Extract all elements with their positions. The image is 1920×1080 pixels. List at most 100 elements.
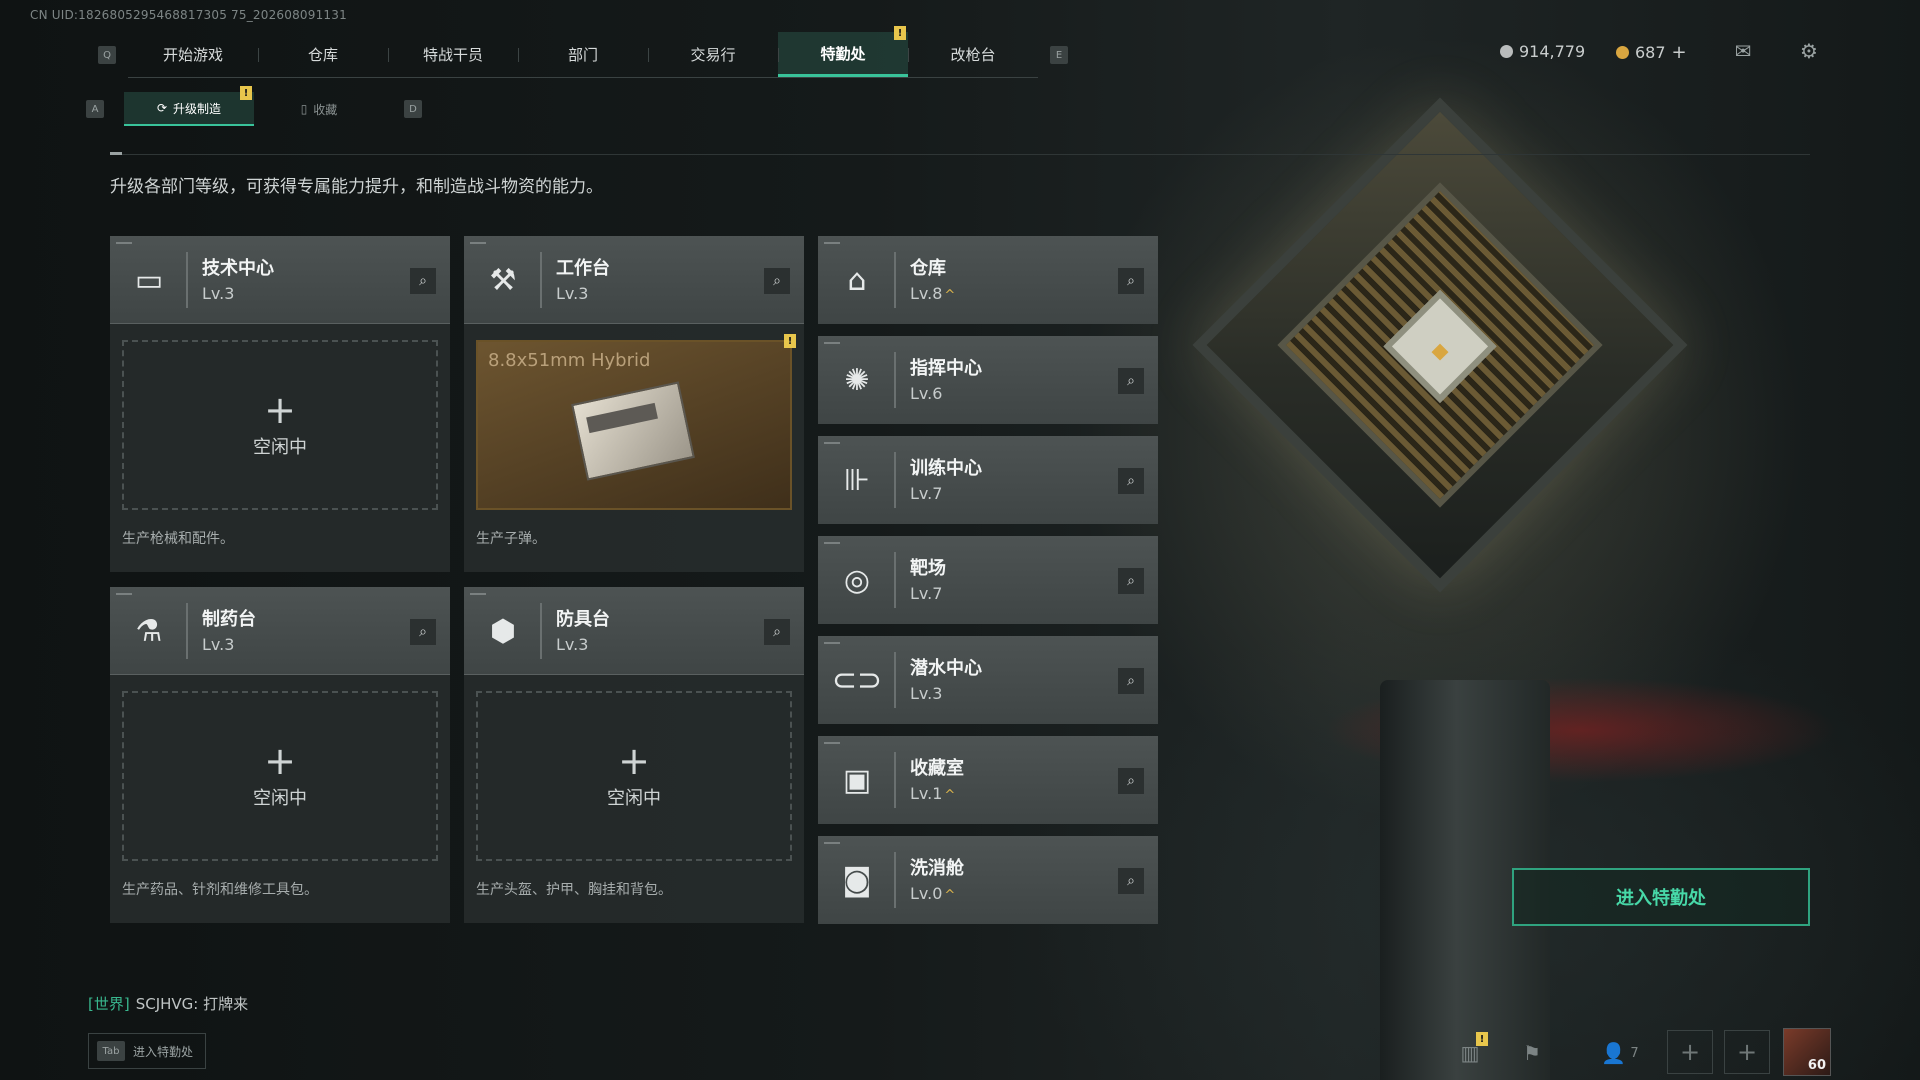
decon-chamber-level-row: Lv.0 ^ — [910, 884, 955, 903]
flag-icon[interactable]: ⚑ — [1512, 1038, 1552, 1068]
facility-warehouse[interactable]: ⌂ 仓库 Lv.8 ^ ⌕ — [818, 236, 1158, 324]
search-icon[interactable]: ⌕ — [1118, 868, 1144, 894]
collection-icon: ▯ — [300, 102, 308, 116]
uid-label: CN UID:1826805295468817305 75_2026080911… — [30, 8, 347, 22]
tab-warehouse[interactable]: 仓库 — [258, 32, 388, 77]
scene-red-floor — [1240, 660, 1920, 800]
silver-amount: 914,779 — [1519, 42, 1586, 61]
diving-center-name: 潜水中心 — [910, 658, 982, 679]
tab-special-ops[interactable]: 特勤处 ! — [778, 26, 908, 77]
workbench-header[interactable]: ⚒ 工作台 Lv.3 ⌕ — [464, 236, 804, 324]
subnav-key-d: D — [404, 100, 422, 118]
decon-chamber-icon: ◙ — [842, 862, 872, 898]
tab-departments[interactable]: 部门 — [518, 32, 648, 77]
facility-command-center[interactable]: ✺ 指挥中心 Lv.6 ⌕ — [818, 336, 1158, 424]
armor-bench-slot[interactable]: + 空闲中 — [476, 691, 792, 861]
facility-shooting-range[interactable]: ◎ 靶场 Lv.7 ⌕ — [818, 536, 1158, 624]
card-workbench: ⚒ 工作台 Lv.3 ⌕ 8.8x51mm Hybrid ! 生产子弹。 — [464, 236, 804, 572]
shooting-range-icon: ◎ — [843, 562, 871, 598]
tech-center-header[interactable]: ▭ 技术中心 Lv.3 ⌕ — [110, 236, 450, 324]
add-slot-button[interactable]: + — [1667, 1030, 1713, 1074]
tab-gunsmith[interactable]: 改枪台 — [908, 32, 1038, 77]
sub-nav: A ⟳ 升级制造 ! ▯ 收藏 D — [86, 86, 422, 126]
subnav-key-a: A — [86, 100, 104, 118]
tab-key: Tab — [97, 1041, 125, 1061]
workbench-level: Lv.3 — [556, 284, 589, 303]
search-icon[interactable]: ⌕ — [764, 619, 790, 645]
warehouse-level: Lv.8 — [910, 284, 943, 303]
friends-count: 7 — [1630, 1045, 1639, 1061]
pharmacy-name: 制药台 — [202, 609, 256, 630]
facility-decon-chamber[interactable]: ◙ 洗消舱 Lv.0 ^ ⌕ — [818, 836, 1158, 924]
diving-center-level: Lv.3 — [910, 684, 943, 703]
tab-hint-label: 进入特勤处 — [133, 1044, 194, 1059]
search-icon[interactable]: ⌕ — [1118, 468, 1144, 494]
collection-room-icon: ▣ — [842, 762, 872, 798]
slot-status: 空闲中 — [253, 437, 307, 458]
stats-chart-icon[interactable]: ▥ ! — [1450, 1032, 1490, 1068]
warehouse-level-row: Lv.8 ^ — [910, 284, 955, 303]
search-icon[interactable]: ⌕ — [1118, 768, 1144, 794]
page-description: 升级各部门等级，可获得专属能力提升，和制造战斗物资的能力。 — [110, 177, 603, 197]
search-icon[interactable]: ⌕ — [1118, 268, 1144, 294]
facility-training-center[interactable]: ⊪ 训练中心 Lv.7 ⌕ — [818, 436, 1158, 524]
tech-center-slot[interactable]: + 空闲中 — [122, 340, 438, 510]
chat-channel: [世界] — [88, 995, 130, 1013]
card-pharmacy: ⚗ 制药台 Lv.3 ⌕ + 空闲中 生产药品、针剂和维修工具包。 — [110, 587, 450, 923]
nav-key-e: E — [1050, 46, 1068, 64]
armor-bench-header[interactable]: ⬢ 防具台 Lv.3 ⌕ — [464, 587, 804, 675]
add-slot-button-2[interactable]: + — [1724, 1030, 1770, 1074]
gold-amount: 687 — [1635, 43, 1666, 62]
add-icon: + — [264, 388, 296, 432]
subtab-collection-label: 收藏 — [313, 102, 338, 117]
armor-bench-desc: 生产头盔、护甲、胸挂和背包。 — [476, 882, 672, 898]
subtab-upgrade-craft[interactable]: ⟳ 升级制造 ! — [124, 86, 254, 126]
friends-button[interactable]: 👤 7 — [1592, 1038, 1648, 1068]
upgrade-craft-icon: ⟳ — [156, 101, 168, 115]
decon-chamber-level: Lv.0 — [910, 884, 943, 903]
search-icon[interactable]: ⌕ — [1118, 368, 1144, 394]
divider — [110, 154, 1810, 155]
enter-special-ops-button[interactable]: 进入特勤处 — [1512, 868, 1810, 926]
pharmacy-slot[interactable]: + 空闲中 — [122, 691, 438, 861]
pharmacy-icon: ⚗ — [135, 613, 163, 649]
armor-bench-name: 防具台 — [556, 609, 610, 630]
armor-bench-icon: ⬢ — [489, 613, 517, 649]
player-avatar[interactable]: 60 — [1783, 1028, 1831, 1076]
crafting-item-name: 8.8x51mm Hybrid — [488, 350, 651, 371]
nav-key-q: Q — [98, 46, 116, 64]
facility-collection-room[interactable]: ▣ 收藏室 Lv.1 ^ ⌕ — [818, 736, 1158, 824]
subtab-collection[interactable]: ▯ 收藏 — [254, 92, 384, 126]
search-icon[interactable]: ⌕ — [1118, 668, 1144, 694]
shooting-range-level: Lv.7 — [910, 584, 943, 603]
tech-center-name: 技术中心 — [202, 258, 274, 279]
tab-trading[interactable]: 交易行 — [648, 32, 778, 77]
chat-line[interactable]: [世界] SCJHVG: 打牌来 — [88, 993, 248, 1014]
mail-icon[interactable]: ✉ — [1730, 39, 1756, 63]
workbench-slot[interactable]: 8.8x51mm Hybrid ! — [476, 334, 796, 510]
search-icon[interactable]: ⌕ — [410, 268, 436, 294]
add-gold-button[interactable]: + — [1672, 42, 1687, 63]
tab-start-game[interactable]: 开始游戏 — [128, 32, 258, 77]
training-center-icon: ⊪ — [843, 462, 871, 498]
shooting-range-name: 靶场 — [910, 558, 946, 579]
collection-room-level-row: Lv.1 ^ — [910, 784, 955, 803]
search-icon[interactable]: ⌕ — [764, 268, 790, 294]
workbench-name: 工作台 — [556, 258, 610, 279]
tab-operators[interactable]: 特战干员 — [388, 32, 518, 77]
search-icon[interactable]: ⌕ — [410, 619, 436, 645]
tab-hint[interactable]: Tab 进入特勤处 — [88, 1033, 206, 1069]
settings-gear-icon[interactable]: ⚙ — [1796, 39, 1822, 63]
tab-special-ops-label: 特勤处 — [820, 44, 866, 63]
main-nav: Q 开始游戏 仓库 特战干员 部门 交易行 特勤处 ! 改枪台 E — [86, 26, 1080, 78]
tech-center-level: Lv.3 — [202, 284, 235, 303]
pharmacy-header[interactable]: ⚗ 制药台 Lv.3 ⌕ — [110, 587, 450, 675]
search-icon[interactable]: ⌕ — [1118, 568, 1144, 594]
command-center-name: 指挥中心 — [910, 358, 982, 379]
diving-center-icon: ⊂⊃ — [831, 662, 883, 698]
facility-diving-center[interactable]: ⊂⊃ 潜水中心 Lv.3 ⌕ — [818, 636, 1158, 724]
decon-chamber-name: 洗消舱 — [910, 858, 964, 879]
command-center-level: Lv.6 — [910, 384, 943, 403]
card-tech-center: ▭ 技术中心 Lv.3 ⌕ + 空闲中 生产枪械和配件。 — [110, 236, 450, 572]
stats-alert-badge: ! — [1476, 1032, 1488, 1046]
